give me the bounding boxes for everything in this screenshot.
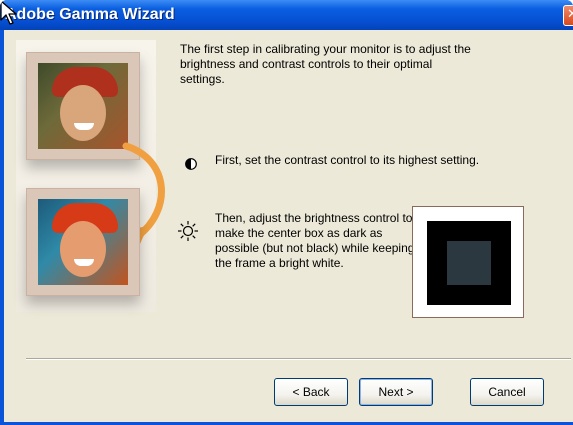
photo-after	[26, 188, 140, 296]
mouse-pointer-icon	[0, 0, 17, 25]
gamma-wizard-window: Adobe Gamma Wizard ✕ The first step in c…	[0, 0, 573, 425]
wizard-body: The first step in calibrating your monit…	[4, 30, 573, 422]
before-after-illustration	[16, 40, 165, 312]
close-button[interactable]: ✕	[563, 5, 573, 26]
contrast-icon	[185, 158, 197, 170]
back-button[interactable]: < Back	[274, 378, 348, 406]
next-button[interactable]: Next >	[359, 378, 433, 406]
test-center-box	[447, 241, 491, 285]
portrait-image	[38, 63, 128, 149]
close-icon: ✕	[567, 7, 573, 22]
title-bar[interactable]: Adobe Gamma Wizard ✕	[0, 0, 573, 30]
button-separator	[26, 358, 571, 360]
brightness-instruction: Then, adjust the brightness control to m…	[215, 211, 415, 270]
contrast-instruction: First, set the contrast control to its h…	[215, 153, 480, 167]
portrait-image	[38, 199, 128, 285]
sun-icon	[178, 221, 198, 241]
test-outer-box	[427, 221, 511, 305]
cancel-button[interactable]: Cancel	[470, 378, 544, 406]
window-title: Adobe Gamma Wizard	[5, 6, 175, 23]
brightness-test-frame	[412, 206, 524, 318]
intro-text: The first step in calibrating your monit…	[180, 42, 471, 86]
